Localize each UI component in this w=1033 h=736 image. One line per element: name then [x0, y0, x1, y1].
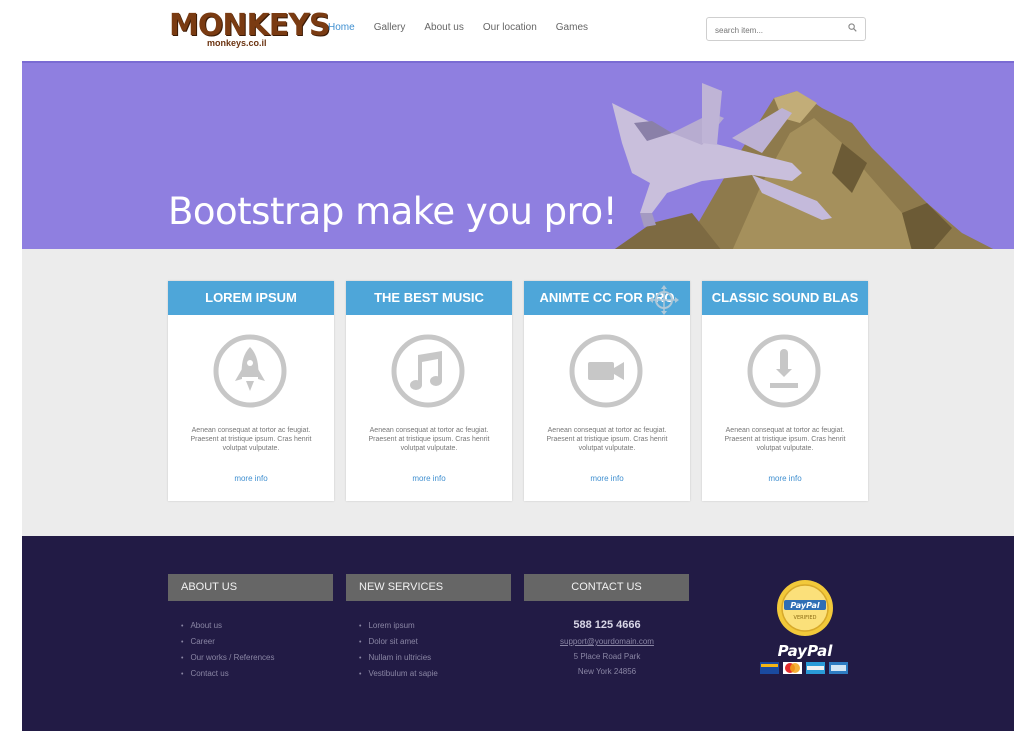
feature-card: THE BEST MUSIC Aenean consequat at torto… [346, 281, 512, 501]
footer-contact-title: CONTACT US [524, 574, 689, 601]
card-title: LOREM IPSUM [168, 281, 334, 315]
more-info-link[interactable]: more info [346, 474, 512, 483]
nav-about-us[interactable]: About us [424, 22, 463, 33]
card-title: THE BEST MUSIC [346, 281, 512, 315]
card-text: Aenean consequat at tortor ac feugiat. P… [546, 427, 668, 452]
site-footer: ABOUT US About us Career Our works / Ref… [22, 536, 1014, 731]
hero-title: Bootstrap make you pro! [168, 190, 618, 233]
search-icon[interactable] [848, 23, 857, 32]
hero-jet-illustration [612, 83, 997, 251]
footer-link[interactable]: About us [181, 618, 274, 634]
contact-phone: 588 125 4666 [573, 619, 641, 631]
music-note-icon [391, 334, 465, 408]
contact-info: 588 125 4666 support@yourdomain.com 5 Pl… [524, 618, 690, 679]
card-text: Aenean consequat at tortor ac feugiat. P… [724, 427, 846, 452]
footer-link[interactable]: Vestibulum at sapie [359, 666, 437, 682]
credit-card-logos-icon [760, 662, 848, 674]
feature-card: LOREM IPSUM Aenean consequat at tortor a… [168, 281, 334, 501]
svg-text:PayPal: PayPal [778, 642, 834, 660]
more-info-link[interactable]: more info [702, 474, 868, 483]
footer-about-title: ABOUT US [168, 574, 333, 601]
svg-text:VERIFIED: VERIFIED [794, 615, 817, 621]
footer-services-list: Lorem ipsum Dolor sit amet Nullam in ult… [359, 618, 438, 682]
svg-text:PayPal: PayPal [790, 601, 819, 610]
hero-banner: Bootstrap make you pro! [22, 61, 1014, 251]
logo-domain: monkeys.co.il [207, 38, 267, 48]
search-input[interactable] [713, 19, 837, 41]
footer-link[interactable]: Nullam in ultricies [359, 650, 438, 666]
paypal-seal-icon: PayPal VERIFIED [777, 580, 833, 636]
features-section: LOREM IPSUM Aenean consequat at tortor a… [22, 249, 1014, 536]
microphone-icon [747, 334, 821, 408]
nav-our-location[interactable]: Our location [483, 22, 537, 33]
search-box [706, 17, 866, 41]
paypal-verified-badge[interactable]: PayPal VERIFIED PayPal [760, 576, 850, 681]
contact-address-line1: 5 Place Road Park [573, 652, 641, 661]
footer-about-list: About us Career Our works / References C… [181, 618, 274, 682]
main-nav: Home Gallery About us Our location Games [328, 22, 607, 33]
page: MONKEYS monkeys.co.il Home Gallery About… [22, 0, 1014, 736]
nav-home[interactable]: Home [328, 22, 355, 33]
card-text: Aenean consequat at tortor ac feugiat. P… [190, 427, 312, 452]
rocket-icon [213, 334, 287, 408]
footer-services-title: NEW SERVICES [346, 574, 511, 601]
footer-link[interactable]: Contact us [181, 666, 274, 682]
footer-link[interactable]: Our works / References [181, 650, 274, 666]
footer-link[interactable]: Career [181, 634, 274, 650]
move-cursor-icon [649, 285, 679, 315]
contact-email-link[interactable]: support@yourdomain.com [560, 637, 654, 646]
nav-gallery[interactable]: Gallery [374, 22, 406, 33]
footer-link[interactable]: Dolor sit amet [359, 634, 438, 650]
footer-link[interactable]: Lorem ipsum [359, 618, 438, 634]
card-text: Aenean consequat at tortor ac feugiat. P… [368, 427, 490, 452]
card-title: CLASSIC SOUND BLAS [702, 281, 868, 315]
contact-address-line2: New York 24856 [577, 667, 637, 676]
feature-card: CLASSIC SOUND BLAS Aenean consequat at t… [702, 281, 868, 501]
more-info-link[interactable]: more info [168, 474, 334, 483]
site-logo[interactable]: MONKEYS monkeys.co.il [169, 8, 331, 50]
more-info-link[interactable]: more info [524, 474, 690, 483]
nav-games[interactable]: Games [556, 22, 588, 33]
video-camera-icon [569, 334, 643, 408]
site-header: MONKEYS monkeys.co.il Home Gallery About… [22, 0, 1014, 61]
